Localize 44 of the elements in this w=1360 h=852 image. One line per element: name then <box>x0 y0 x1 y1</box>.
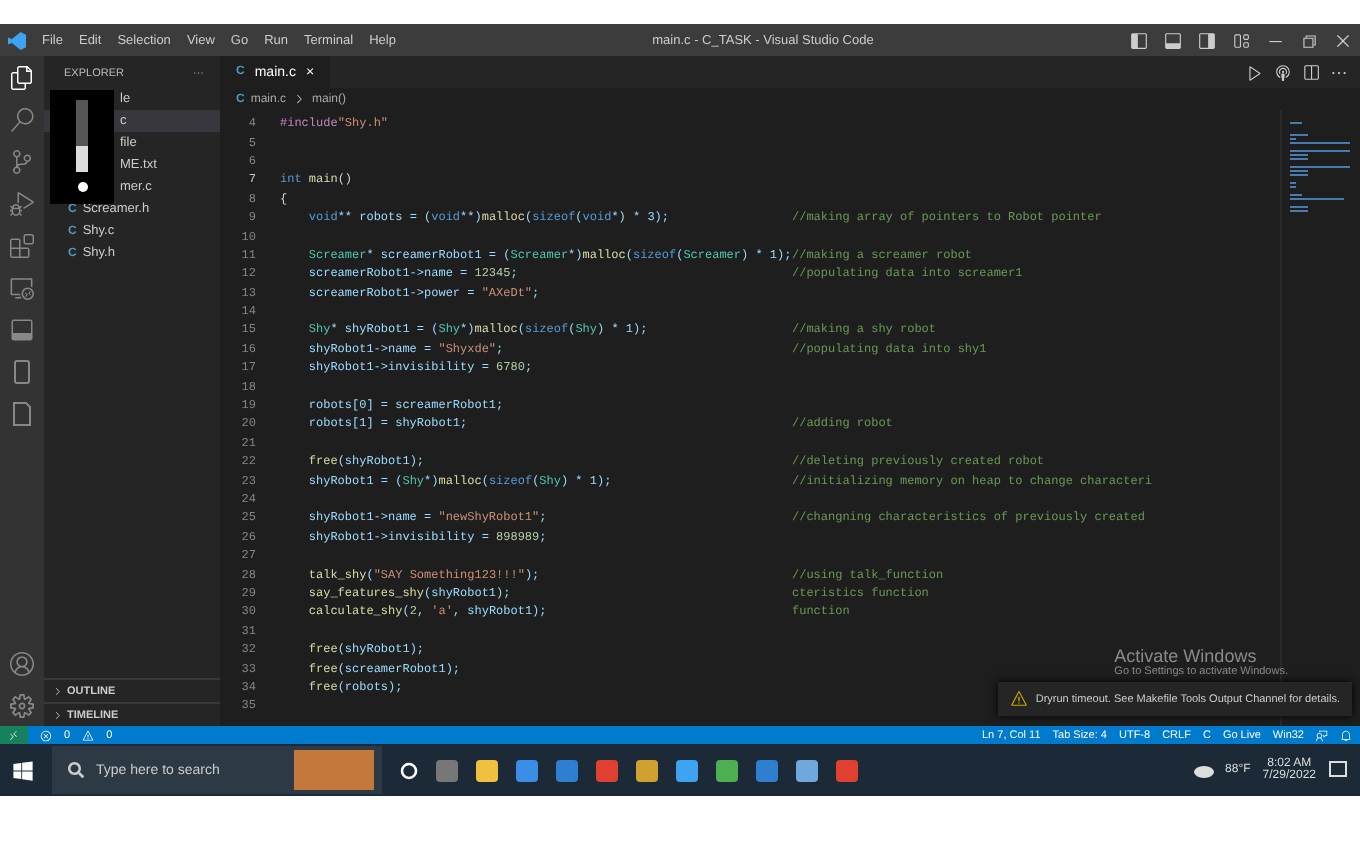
error-icon <box>40 729 52 741</box>
broadcast-icon[interactable] <box>1274 63 1292 81</box>
bell-icon[interactable] <box>1340 729 1352 741</box>
cortana-circle-icon[interactable] <box>400 761 418 779</box>
panel-layout-icon[interactable] <box>1164 31 1182 49</box>
warning-icon <box>82 729 95 741</box>
restore-icon[interactable] <box>1300 31 1318 49</box>
search-icon <box>68 762 84 778</box>
phone-icon[interactable] <box>12 360 32 384</box>
speaker-icon <box>77 182 87 192</box>
sidebar-layout-icon[interactable] <box>1130 31 1148 49</box>
source-control-icon[interactable] <box>10 150 34 174</box>
weather-icon <box>1193 762 1214 778</box>
split-editor-icon[interactable] <box>1302 63 1320 81</box>
layout-icon[interactable] <box>1232 31 1250 49</box>
taskbar-app-icon[interactable] <box>756 759 778 781</box>
taskbar-app-icon[interactable] <box>516 759 538 781</box>
sidebar-right-layout-icon[interactable] <box>1198 31 1216 49</box>
window-icon[interactable] <box>10 318 34 342</box>
vscode-logo-icon <box>8 31 26 49</box>
remote-explorer-icon[interactable] <box>10 276 34 300</box>
weather-picture <box>294 750 374 790</box>
notification-center-icon[interactable] <box>1328 760 1348 780</box>
run-icon[interactable] <box>1246 63 1264 81</box>
search-icon[interactable] <box>10 108 34 132</box>
taskbar-app-icon[interactable] <box>716 759 738 781</box>
settings-icon[interactable] <box>10 694 34 718</box>
taskbar-app-icon[interactable] <box>476 759 498 781</box>
warning-icon <box>1009 690 1028 708</box>
taskbar-app-icon[interactable] <box>676 759 698 781</box>
chevron-icon <box>292 92 307 106</box>
volume-slider[interactable] <box>76 100 88 172</box>
feedback-icon[interactable] <box>1316 729 1328 741</box>
taskbar-app-icon[interactable] <box>556 759 578 781</box>
account-icon[interactable] <box>10 652 34 676</box>
files-icon[interactable] <box>10 66 34 90</box>
run-debug-icon[interactable] <box>10 192 34 216</box>
activation-title: Activate Windows <box>1114 646 1259 666</box>
windows-start-icon[interactable] <box>12 759 34 781</box>
extensions-icon[interactable] <box>10 234 34 258</box>
close-icon[interactable] <box>1334 31 1352 49</box>
taskbar-app-icon[interactable] <box>796 759 818 781</box>
document-icon[interactable] <box>12 402 32 426</box>
taskbar-app-icon[interactable] <box>636 759 658 781</box>
